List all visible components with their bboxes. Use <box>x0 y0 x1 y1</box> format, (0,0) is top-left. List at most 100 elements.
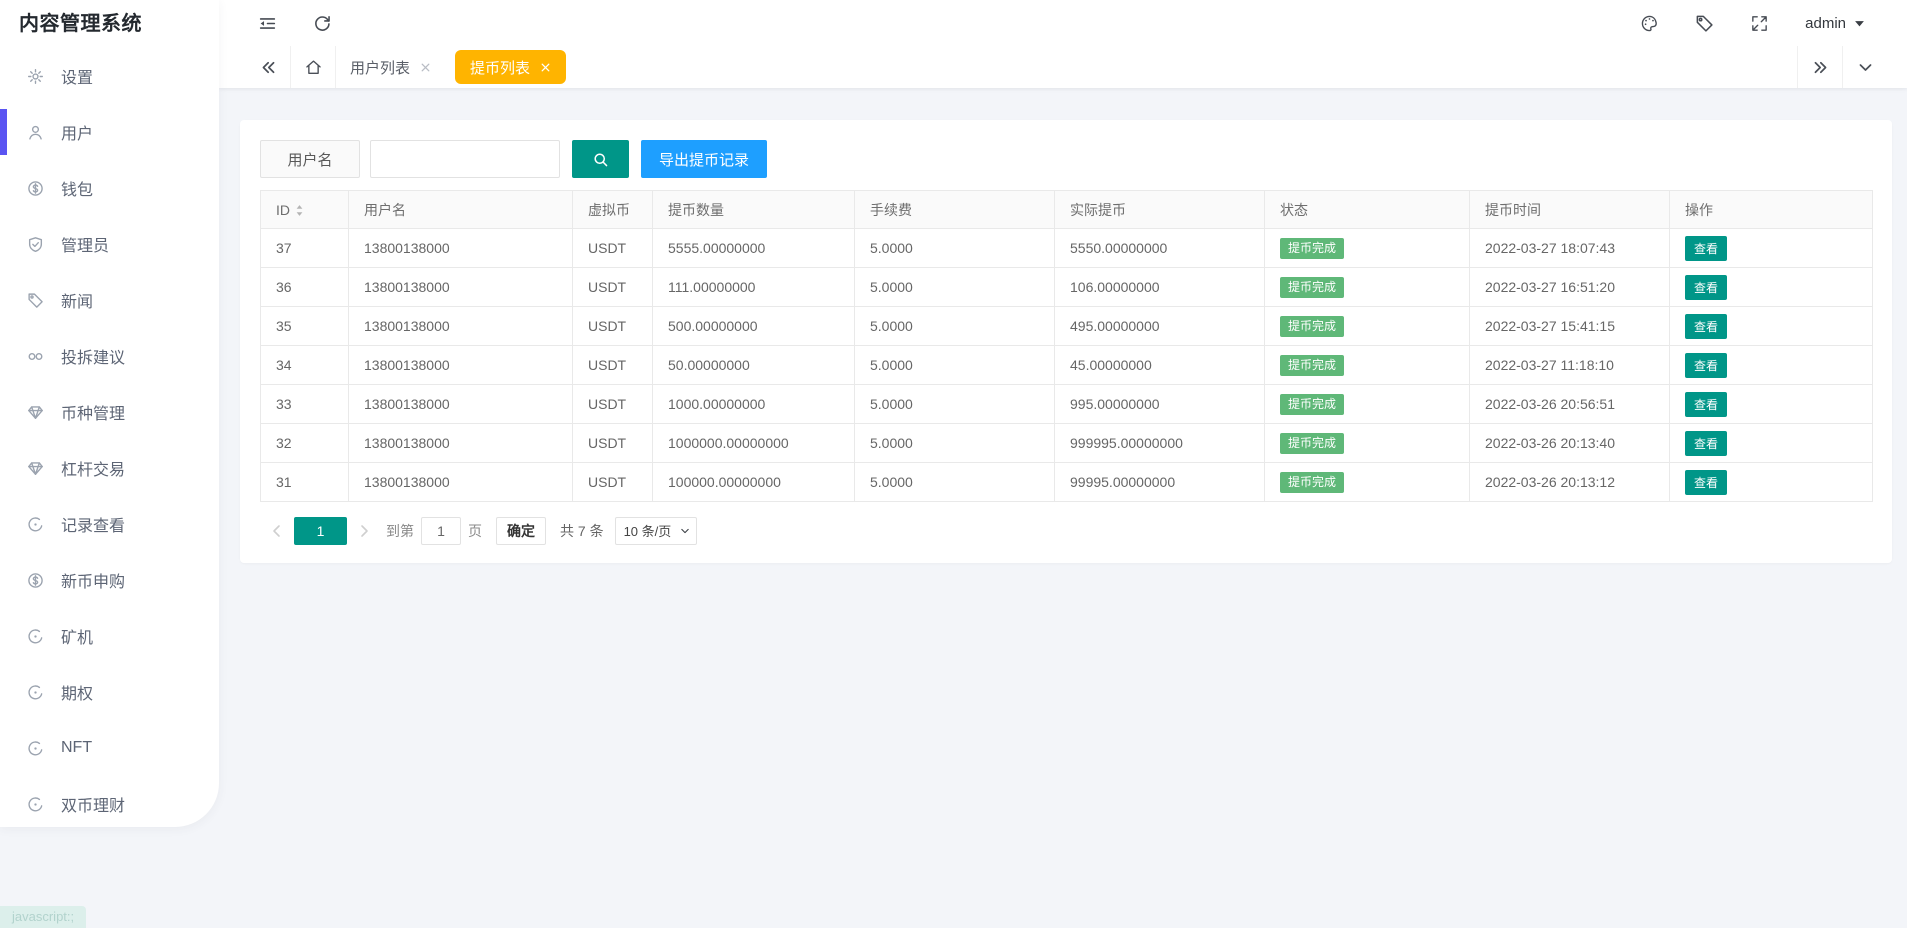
home-icon <box>304 58 323 77</box>
tab-withdraw-list[interactable]: 提币列表 <box>455 50 566 84</box>
view-button[interactable]: 查看 <box>1685 431 1727 456</box>
cell-time: 2022-03-27 18:07:43 <box>1470 229 1670 268</box>
column-header-status: 状态 <box>1265 191 1470 229</box>
tag-icon <box>27 292 44 309</box>
tab-label: 提币列表 <box>470 57 530 78</box>
infinity-icon <box>27 348 44 365</box>
menu-fold-icon[interactable] <box>258 14 277 33</box>
column-header-label: 实际提币 <box>1070 202 1126 218</box>
view-button[interactable]: 查看 <box>1685 392 1727 417</box>
cell-status: 提币完成 <box>1265 307 1470 346</box>
cell-action: 查看 <box>1670 268 1873 307</box>
palette-icon[interactable] <box>1640 14 1659 33</box>
column-header-label: 状态 <box>1280 202 1308 218</box>
sidebar-item-nft[interactable]: NFT <box>0 728 219 768</box>
column-header-id[interactable]: ID <box>261 191 349 229</box>
page-size-select[interactable]: 10 条/页 <box>615 517 697 545</box>
sidebar-item-records[interactable]: 记录查看 <box>0 504 219 544</box>
status-badge: 提币完成 <box>1280 316 1344 337</box>
tab-user-list[interactable]: 用户列表 <box>336 46 445 88</box>
sidebar-item-label: 期权 <box>61 680 93 704</box>
cell-username: 13800138000 <box>349 268 573 307</box>
confirm-page-button[interactable]: 确定 <box>496 517 546 545</box>
cell-username: 13800138000 <box>349 463 573 502</box>
current-page[interactable]: 1 <box>294 517 347 545</box>
sidebar-item-news[interactable]: 新闻 <box>0 280 219 320</box>
cell-id: 34 <box>261 346 349 385</box>
cell-actual: 45.00000000 <box>1055 346 1265 385</box>
user-dropdown[interactable]: admin <box>1805 15 1865 32</box>
page-unit-label: 页 <box>468 521 482 541</box>
sidebar-item-admins[interactable]: 管理员 <box>0 224 219 264</box>
sidebar-item-label: 杠杆交易 <box>61 456 125 480</box>
status-badge: 提币完成 <box>1280 277 1344 298</box>
next-page-button[interactable] <box>356 523 372 539</box>
cell-amount: 1000000.00000000 <box>653 424 855 463</box>
sidebar-item-label: 币种管理 <box>61 400 125 424</box>
sidebar-item-label: 新闻 <box>61 288 93 312</box>
tag-icon[interactable] <box>1695 14 1714 33</box>
circle-dash-icon <box>27 796 44 813</box>
view-button[interactable]: 查看 <box>1685 314 1727 339</box>
sidebar-item-miner[interactable]: 矿机 <box>0 616 219 656</box>
column-header-label: 手续费 <box>870 202 912 218</box>
gear-icon <box>27 68 44 85</box>
view-button[interactable]: 查看 <box>1685 353 1727 378</box>
tabs-scroll-right-button[interactable] <box>1798 46 1842 88</box>
tabs-scroll-left-button[interactable] <box>246 46 290 88</box>
table-row: 3713800138000USDT5555.000000005.00005550… <box>261 229 1873 268</box>
prev-page-button[interactable] <box>269 523 285 539</box>
refresh-icon[interactable] <box>313 14 332 33</box>
table-row: 3113800138000USDT100000.000000005.000099… <box>261 463 1873 502</box>
sidebar-item-wallet[interactable]: 钱包 <box>0 168 219 208</box>
cell-username: 13800138000 <box>349 346 573 385</box>
sidebar-item-users[interactable]: 用户 <box>0 112 219 152</box>
sidebar-item-coin-manage[interactable]: 币种管理 <box>0 392 219 432</box>
sidebar-item-feedback[interactable]: 投拆建议 <box>0 336 219 376</box>
view-button[interactable]: 查看 <box>1685 470 1727 495</box>
column-header-action: 操作 <box>1670 191 1873 229</box>
export-withdraw-records-button[interactable]: 导出提币记录 <box>641 140 767 178</box>
cell-actual: 999995.00000000 <box>1055 424 1265 463</box>
cell-amount: 5555.00000000 <box>653 229 855 268</box>
sidebar-item-dual-invest[interactable]: 双币理财 <box>0 784 219 824</box>
cell-action: 查看 <box>1670 424 1873 463</box>
tabs-menu-button[interactable] <box>1843 46 1887 88</box>
cell-actual: 5550.00000000 <box>1055 229 1265 268</box>
view-button[interactable]: 查看 <box>1685 275 1727 300</box>
cell-status: 提币完成 <box>1265 424 1470 463</box>
shield-check-icon <box>27 236 44 253</box>
close-icon[interactable] <box>420 62 431 73</box>
cell-actual: 99995.00000000 <box>1055 463 1265 502</box>
fullscreen-icon[interactable] <box>1750 14 1769 33</box>
home-tab-button[interactable] <box>291 46 335 88</box>
cell-id: 31 <box>261 463 349 502</box>
sort-icon[interactable] <box>295 204 304 217</box>
header-left-icons <box>258 14 332 33</box>
cell-time: 2022-03-26 20:13:12 <box>1470 463 1670 502</box>
goto-page-input[interactable] <box>421 517 461 545</box>
cell-fee: 5.0000 <box>855 346 1055 385</box>
column-header-amount: 提币数量 <box>653 191 855 229</box>
sidebar-item-label: 钱包 <box>61 176 93 200</box>
cell-coin: USDT <box>573 385 653 424</box>
circle-dash-icon <box>27 516 44 533</box>
column-header-label: 操作 <box>1685 202 1713 218</box>
sidebar-item-margin-trade[interactable]: 杠杆交易 <box>0 448 219 488</box>
sidebar-item-settings[interactable]: 设置 <box>0 56 219 96</box>
sidebar-item-label: 记录查看 <box>61 512 125 536</box>
username-search-input[interactable] <box>370 140 560 178</box>
sidebar-item-new-coin[interactable]: 新币申购 <box>0 560 219 600</box>
column-header-label: 提币数量 <box>668 202 724 218</box>
cell-coin: USDT <box>573 463 653 502</box>
double-chevron-left-icon <box>259 58 278 77</box>
close-icon[interactable] <box>540 62 551 73</box>
cell-username: 13800138000 <box>349 229 573 268</box>
cell-status: 提币完成 <box>1265 346 1470 385</box>
search-button[interactable] <box>572 140 629 178</box>
cell-fee: 5.0000 <box>855 268 1055 307</box>
status-badge: 提币完成 <box>1280 433 1344 454</box>
view-button[interactable]: 查看 <box>1685 236 1727 261</box>
sidebar-item-options[interactable]: 期权 <box>0 672 219 712</box>
column-header-label: 提币时间 <box>1485 202 1541 218</box>
